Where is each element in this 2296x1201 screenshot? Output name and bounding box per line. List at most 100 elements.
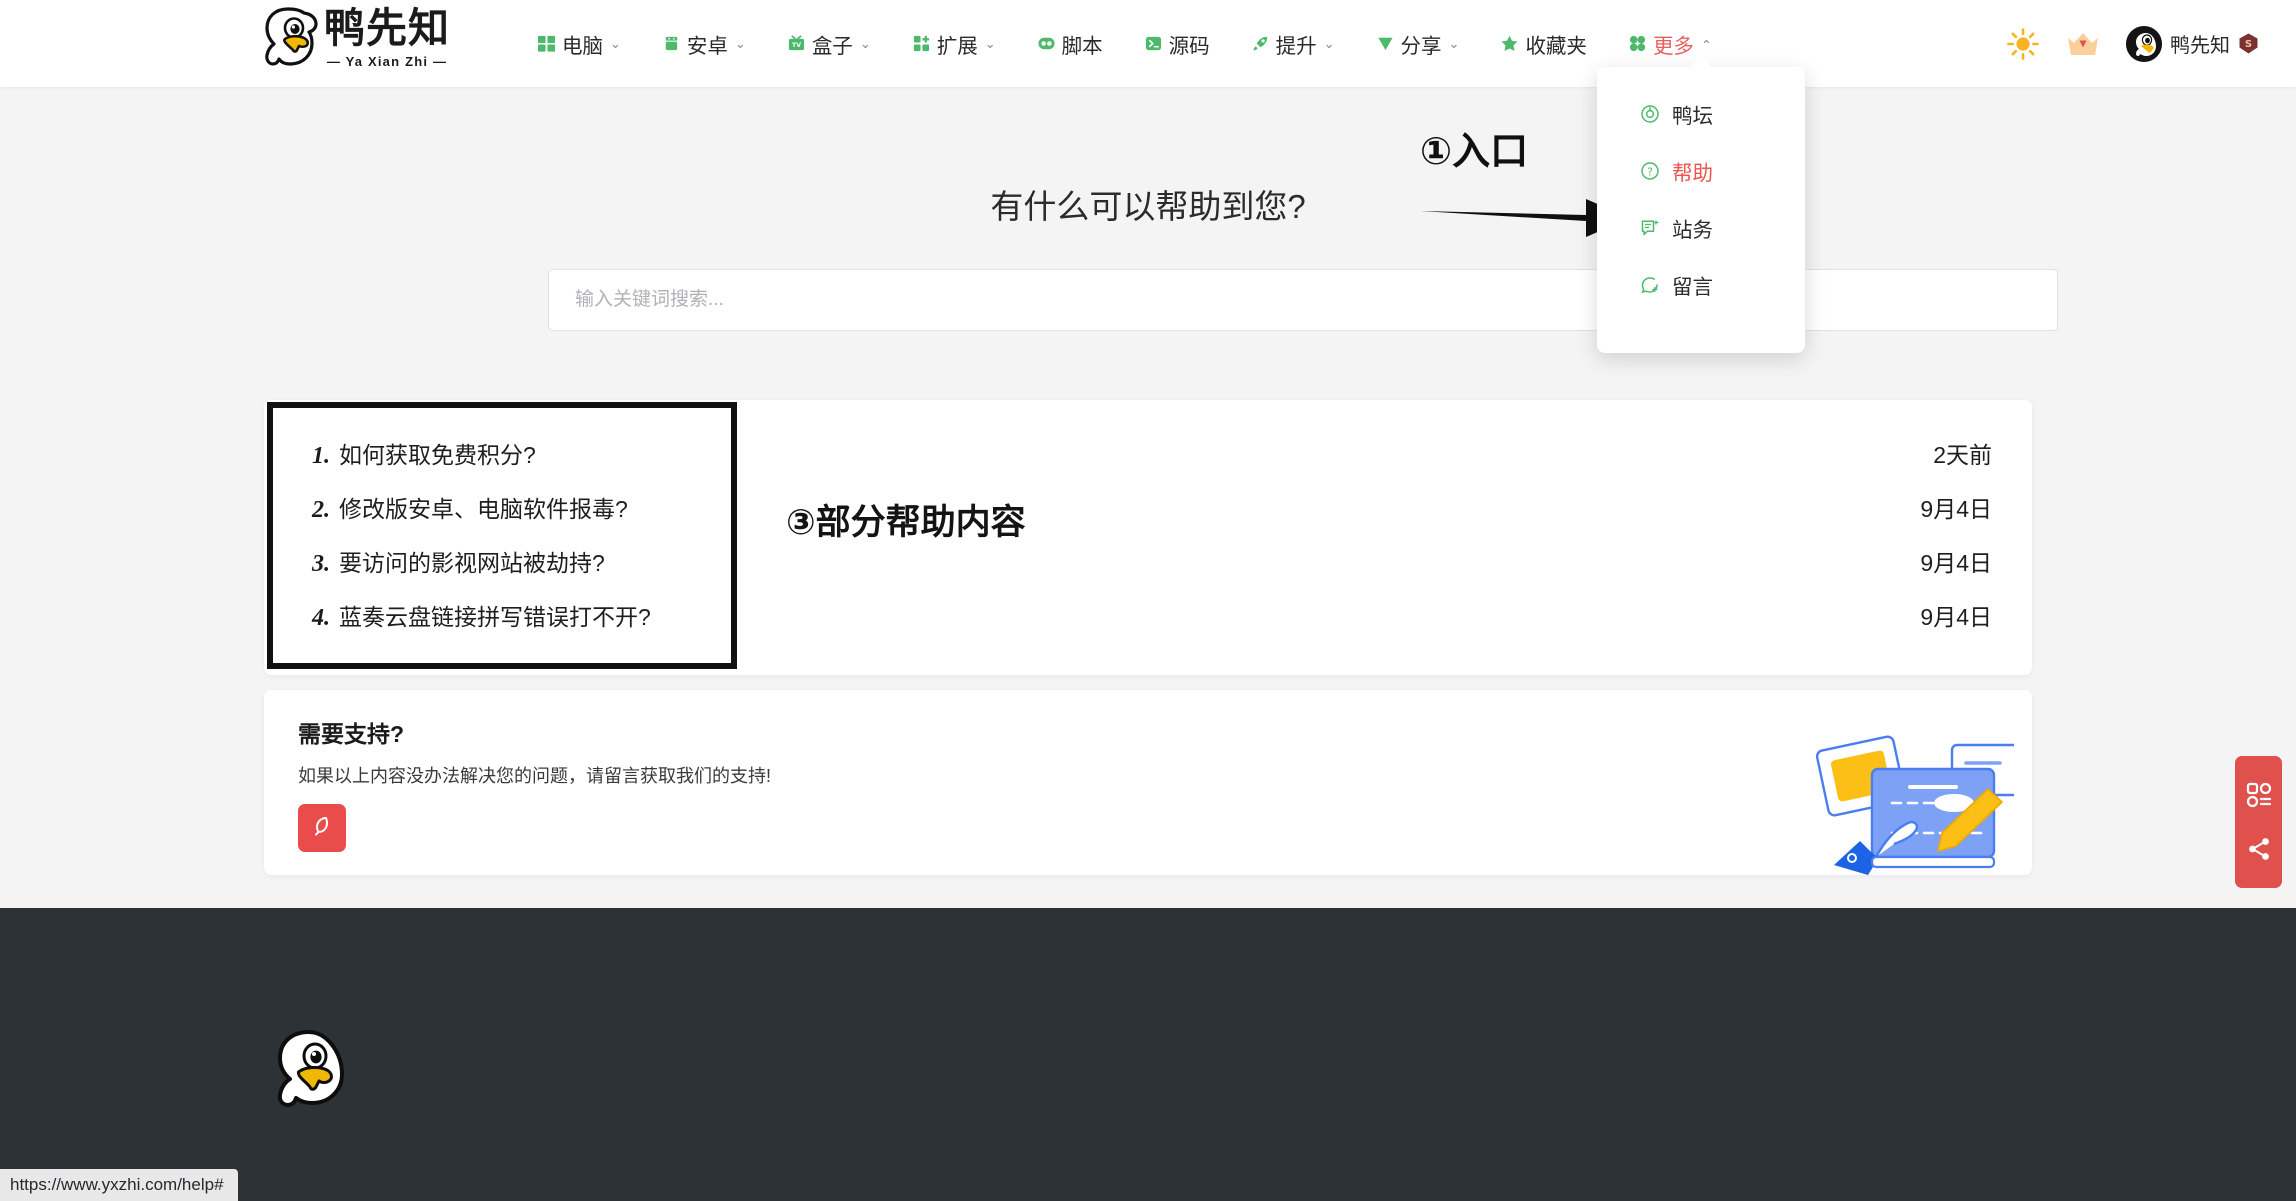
nav-label: 分享 <box>1400 34 1442 58</box>
nav-label: 更多 <box>1652 34 1694 58</box>
chevron-down-icon: ⌄ <box>1448 35 1460 51</box>
vip-diamond-icon: S <box>2239 33 2258 54</box>
nav-item-source[interactable]: 源码 <box>1123 0 1230 87</box>
help-articles-list: 1. 如何获取免费积分? 2天前 2. 修改版安卓、电脑软件报毒? 9月4日 3… <box>264 400 2032 668</box>
share-nodes-icon[interactable] <box>2246 836 2272 862</box>
nav-label: 电脑 <box>562 34 603 58</box>
dropdown-item-label: 帮助 <box>1672 161 1713 185</box>
main-nav: 电脑 ⌄ 安卓 ⌄ TV 盒子 ⌄ 扩展 ⌄ 脚本 源码 提升 ⌄ 分享 ⌄ 收… <box>516 0 1732 87</box>
compass-icon <box>1639 103 1660 124</box>
logo-name-pinyin: — Ya Xian Zhi — <box>326 53 448 69</box>
nav-label: 盒子 <box>811 34 853 58</box>
nav-item-android[interactable]: 安卓 ⌄ <box>641 0 766 87</box>
nav-item-box[interactable]: TV 盒子 ⌄ <box>766 0 891 87</box>
more-dropdown-menu: 鸭坛 ? 帮助 站务 留言 <box>1597 56 1805 353</box>
nav-item-boost[interactable]: 提升 ⌄ <box>1230 0 1355 87</box>
support-description: 如果以上内容没办法解决您的问题，请留言获取我们的支持! <box>298 766 771 786</box>
tv-icon: TV <box>786 33 807 54</box>
dropdown-item-label: 站务 <box>1672 218 1713 242</box>
article-date: 9月4日 <box>1920 604 1992 630</box>
site-logo[interactable]: 鸭先知 — Ya Xian Zhi — <box>258 5 450 71</box>
script-icon <box>1036 33 1057 54</box>
article-title: 要访问的影视网站被劫持? <box>339 550 605 576</box>
nav-label: 扩展 <box>936 34 978 58</box>
svg-text:TV: TV <box>792 42 801 49</box>
article-title: 如何获取免费积分? <box>339 442 536 468</box>
share-triangle-icon <box>1375 33 1396 54</box>
article-row[interactable]: 3. 要访问的影视网站被劫持? 9月4日 <box>264 534 2032 588</box>
dropdown-item-help[interactable]: ? 帮助 <box>1597 142 1805 199</box>
chevron-down-icon: ⌄ <box>610 35 621 51</box>
search-input[interactable] <box>548 269 2058 331</box>
article-row[interactable]: 2. 修改版安卓、电脑软件报毒? 9月4日 <box>264 480 2032 534</box>
site-footer: 网站地图 | 免责声明 | 联系我们 | 留言建议 | 心意清单 本站所有内容来… <box>0 908 2296 1201</box>
article-date: 9月4日 <box>1920 550 1992 576</box>
dropdown-item-message[interactable]: 留言 <box>1597 256 1805 313</box>
user-menu[interactable]: 鸭先知 S <box>2126 25 2260 62</box>
puzzle-icon <box>911 33 932 54</box>
nav-label: 收藏夹 <box>1525 34 1587 58</box>
site-header: 鸭先知 — Ya Xian Zhi — 电脑 ⌄ 安卓 ⌄ TV 盒子 ⌄ 扩展… <box>0 0 2296 87</box>
duck-avatar-icon <box>2126 25 2162 62</box>
annotation-entry-label: ①入口 <box>1420 129 1529 173</box>
article-index: 4. <box>312 605 330 631</box>
article-row[interactable]: 1. 如何获取免费积分? 2天前 <box>264 426 2032 480</box>
chevron-up-icon: ⌄ <box>1700 36 1712 52</box>
chevron-down-icon: ⌄ <box>859 35 871 51</box>
qrcode-icon[interactable] <box>2246 782 2272 808</box>
crown-icon[interactable] <box>2066 30 2100 58</box>
article-index: 1. <box>312 443 330 469</box>
annotation-content-label: ③部分帮助内容 <box>786 503 1026 543</box>
star-icon <box>1499 33 1520 54</box>
nav-item-share[interactable]: 分享 ⌄ <box>1355 0 1480 87</box>
user-name: 鸭先知 <box>2170 35 2230 57</box>
page-title: 有什么可以帮助到您? <box>990 188 1306 225</box>
duck-logo-icon <box>265 7 318 66</box>
support-card: 需要支持? 如果以上内容没办法解决您的问题，请留言获取我们的支持! <box>264 690 2032 875</box>
nav-item-favorites[interactable]: 收藏夹 <box>1479 0 1607 87</box>
chevron-down-icon: ⌄ <box>984 35 996 51</box>
question-circle-icon: ? <box>1639 160 1660 181</box>
nav-label: 源码 <box>1168 34 1210 58</box>
search-box <box>548 269 2058 331</box>
chevron-down-icon: ⌄ <box>734 35 746 51</box>
duck-logo-icon <box>277 1030 344 1107</box>
terminal-icon <box>1143 33 1164 54</box>
dropdown-item-label: 留言 <box>1672 275 1713 299</box>
article-title: 蓝奏云盘链接拼写错误打不开? <box>339 604 651 630</box>
nav-item-computer[interactable]: 电脑 ⌄ <box>516 0 641 87</box>
browser-status-bar: https://www.yxzhi.com/help# <box>0 1169 238 1201</box>
windows-icon <box>536 33 557 54</box>
nav-label: 提升 <box>1275 34 1317 58</box>
nav-item-extension[interactable]: 扩展 ⌄ <box>891 0 1016 87</box>
chevron-down-icon: ⌄ <box>1323 35 1335 51</box>
dropdown-item-forum[interactable]: 鸭坛 <box>1597 85 1805 142</box>
svg-text:?: ? <box>1647 166 1653 178</box>
svg-text:S: S <box>2245 39 2252 50</box>
article-index: 3. <box>312 551 330 577</box>
android-icon <box>661 33 682 54</box>
dropdown-item-label: 鸭坛 <box>1672 104 1713 128</box>
message-plus-icon <box>1639 274 1660 295</box>
nav-item-script[interactable]: 脚本 <box>1016 0 1123 87</box>
leave-message-button[interactable] <box>298 804 346 852</box>
logo-name-cn: 鸭先知 <box>324 3 450 52</box>
nav-label: 安卓 <box>686 34 728 58</box>
grid-dots-icon <box>1627 33 1648 54</box>
side-float-toolbar <box>2235 756 2282 888</box>
article-date: 9月4日 <box>1920 496 1992 522</box>
status-url: https://www.yxzhi.com/help# <box>10 1175 224 1194</box>
article-row[interactable]: 4. 蓝奏云盘链接拼写错误打不开? 9月4日 <box>264 588 2032 642</box>
article-date: 2天前 <box>1933 442 1992 468</box>
tablet-drawing-illustration <box>1815 735 2014 875</box>
article-title: 修改版安卓、电脑软件报毒? <box>339 496 628 522</box>
dropdown-item-site-affairs[interactable]: 站务 <box>1597 199 1805 256</box>
sun-icon[interactable] <box>2006 27 2040 61</box>
feather-pen-icon <box>315 817 329 836</box>
header-actions: 鸭先知 S <box>2006 0 2260 87</box>
help-articles-card: 1. 如何获取免费积分? 2天前 2. 修改版安卓、电脑软件报毒? 9月4日 3… <box>264 400 2032 675</box>
nav-label: 脚本 <box>1061 34 1103 58</box>
article-index: 2. <box>312 497 330 523</box>
support-title: 需要支持? <box>298 721 405 747</box>
rocket-icon <box>1250 33 1271 54</box>
